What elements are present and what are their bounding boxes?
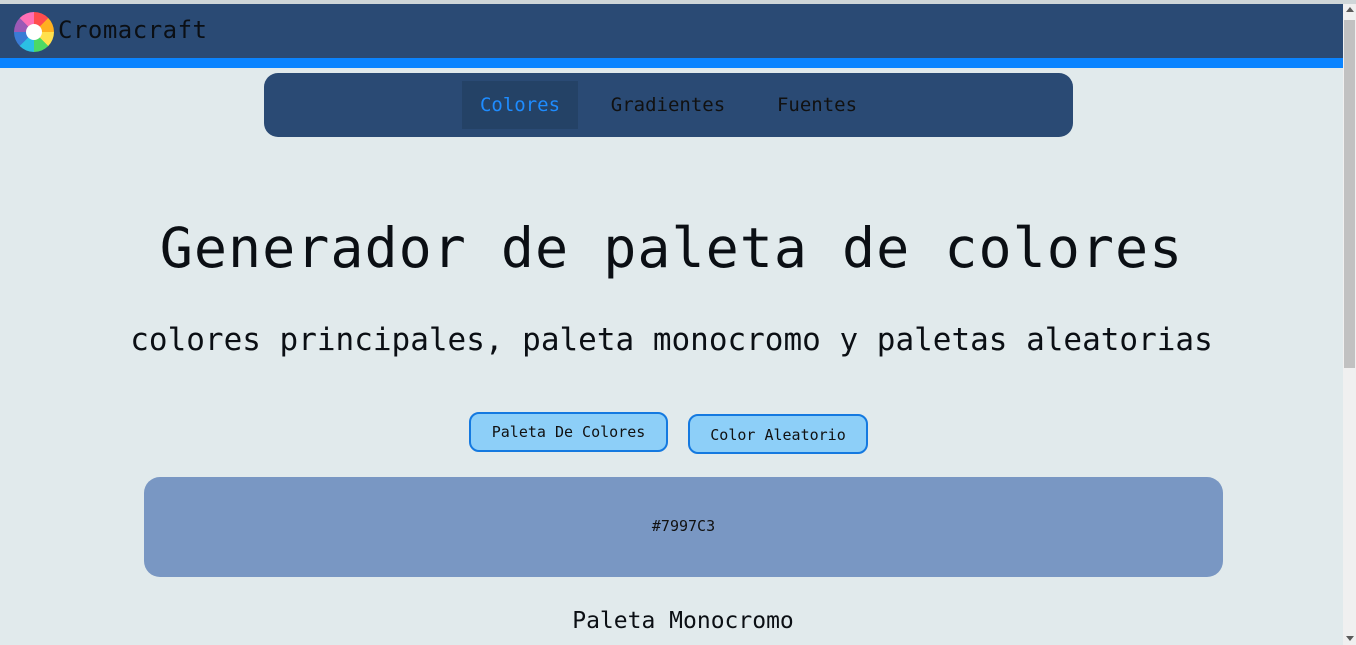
brand-name[interactable]: Cromacraft (58, 16, 208, 44)
page-subtitle: colores principales, paleta monocromo y … (130, 322, 1213, 358)
monochrome-title: Paleta Monocromo (572, 608, 794, 634)
scrollbar-thumb[interactable] (1344, 20, 1355, 368)
vertical-scrollbar[interactable] (1343, 4, 1356, 645)
color-swatch[interactable]: #7997C3 (144, 477, 1223, 577)
nav-item-gradientes[interactable]: Gradientes (596, 81, 740, 129)
color-wheel-icon[interactable] (14, 12, 54, 52)
main-nav: Colores Gradientes Fuentes (264, 73, 1073, 137)
page-title: Generador de paleta de colores (159, 216, 1184, 280)
scroll-up-arrow-icon[interactable] (1346, 7, 1354, 12)
app-header: Cromacraft (0, 4, 1343, 58)
color-hex-value: #7997C3 (651, 517, 716, 535)
logo-center (26, 24, 42, 40)
nav-item-fuentes[interactable]: Fuentes (764, 81, 870, 129)
palette-button[interactable]: Paleta De Colores (469, 412, 668, 452)
nav-item-colores[interactable]: Colores (462, 81, 578, 129)
random-color-button[interactable]: Color Aleatorio (688, 414, 868, 454)
header-accent-stripe (0, 58, 1343, 68)
scroll-down-arrow-icon[interactable] (1346, 636, 1354, 641)
